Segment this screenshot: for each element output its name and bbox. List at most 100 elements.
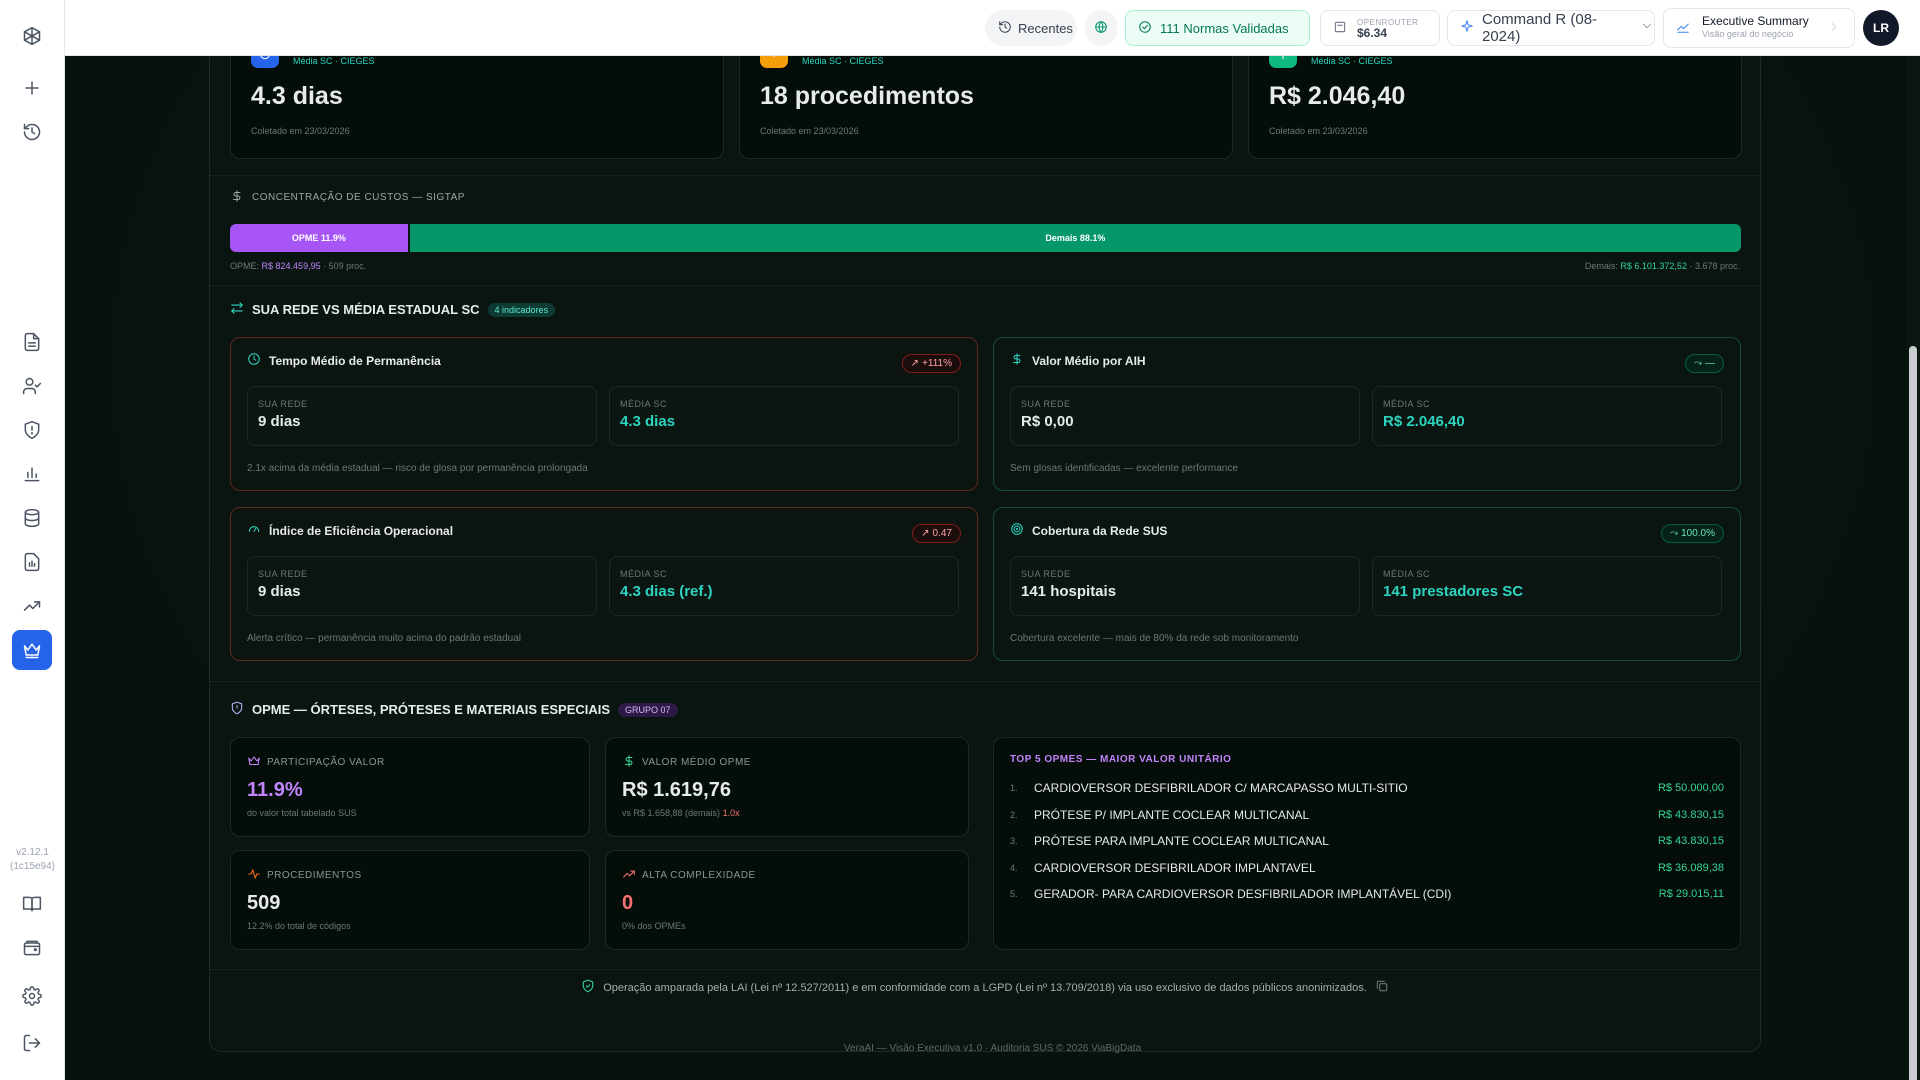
settings-icon[interactable] bbox=[12, 976, 52, 1016]
history-icon bbox=[998, 20, 1012, 37]
app-version: v2.12.1 (1c15e94) bbox=[9, 847, 56, 872]
row-value: R$ 43.830,15 bbox=[1657, 808, 1724, 821]
box-label: SUA REDE bbox=[258, 569, 308, 579]
kpi-value: 4.3 dias bbox=[251, 82, 343, 110]
openrouter-credit[interactable]: OPENROUTER $6.34 bbox=[1320, 10, 1440, 46]
wallet-icon[interactable] bbox=[12, 928, 52, 968]
your-network-box: SUA REDE 9 dias bbox=[247, 556, 597, 616]
top-opme-row: 5. GERADOR- PARA CARDIOVERSOR DESFIBRILAD… bbox=[1010, 881, 1724, 908]
box-value: 4.3 dias (ref.) bbox=[620, 583, 713, 600]
opme-stat-share: PARTICIPAÇÃO VALOR 11.9% do valor total … bbox=[230, 737, 590, 837]
recent-button[interactable]: Recentes bbox=[985, 10, 1077, 46]
check-circle-icon bbox=[1138, 20, 1152, 37]
crown-icon bbox=[247, 754, 261, 771]
database-icon[interactable] bbox=[12, 498, 52, 538]
opme-stat-avg: VALOR MÉDIO OPME R$ 1.619,76 vs R$ 1.658… bbox=[605, 737, 969, 837]
opme-count: · 509 proc. bbox=[323, 261, 367, 271]
box-label: MÉDIA SC bbox=[1383, 569, 1431, 579]
cost-concentration-title: CONCENTRAÇÃO DE CUSTOS — SIGTAP bbox=[252, 192, 465, 203]
copy-icon[interactable] bbox=[1375, 979, 1389, 996]
openrouter-value: $6.34 bbox=[1357, 26, 1388, 40]
state-average-box: MÉDIA SC 4.3 dias (ref.) bbox=[609, 556, 959, 616]
user-check-icon[interactable] bbox=[12, 366, 52, 406]
crown-icon[interactable] bbox=[12, 630, 52, 670]
report-icon[interactable] bbox=[12, 542, 52, 582]
divider bbox=[210, 969, 1760, 970]
kpi-source: Média SC · CIEGES bbox=[802, 56, 884, 66]
stat-label: VALOR MÉDIO OPME bbox=[642, 757, 751, 768]
bar-chart-icon[interactable] bbox=[12, 454, 52, 494]
dollar-icon bbox=[1010, 352, 1024, 369]
delta-badge: ⤳ 100.0% bbox=[1661, 524, 1724, 543]
top-list-rows: 1. CARDIOVERSOR DESFIBRILADOR C/ MARCAPAS… bbox=[1010, 775, 1724, 908]
dollar-icon bbox=[622, 754, 636, 771]
model-selector[interactable]: Command R (08-2024) bbox=[1447, 10, 1655, 46]
opme-header: OPME — ÓRTESES, PRÓTESES E MATERIAIS ESP… bbox=[230, 701, 678, 718]
footer-credits: VeraAI — Visão Executiva v1.0 · Auditori… bbox=[843, 1043, 1142, 1054]
rest-count: · 3.678 proc. bbox=[1689, 261, 1740, 271]
document-icon[interactable] bbox=[12, 322, 52, 362]
line-chart-icon bbox=[1676, 20, 1690, 37]
row-value: R$ 43.830,15 bbox=[1657, 835, 1724, 848]
card-note: Alerta crítico — permanência muito acima… bbox=[247, 633, 522, 644]
row-rank: 1. bbox=[1010, 783, 1018, 794]
view-selector[interactable]: Executive Summary Visão geral do negócio bbox=[1663, 8, 1855, 48]
main-content: Média SC · CIEGES 4.3 dias Coletado em 2… bbox=[65, 56, 1920, 1080]
recent-label: Recentes bbox=[1018, 20, 1073, 36]
kpi-source: Média SC · CIEGES bbox=[293, 56, 375, 66]
card-title: Índice de Eficiência Operacional bbox=[269, 523, 454, 538]
top-opme-row: 2. PRÓTESE P/ IMPLANTE COCLEAR MULTICANAL… bbox=[1010, 802, 1724, 829]
stat-value: 11.9% bbox=[247, 779, 303, 801]
state-average-box: MÉDIA SC R$ 2.046,40 bbox=[1372, 386, 1722, 446]
kpi-value: 18 procedimentos bbox=[760, 82, 974, 110]
avatar[interactable]: LR bbox=[1863, 10, 1899, 46]
globe-button[interactable] bbox=[1085, 10, 1117, 46]
kpi-collected: Coletado em 23/03/2026 bbox=[760, 126, 859, 136]
row-value: R$ 50.000,00 bbox=[1657, 782, 1724, 795]
scrollbar[interactable] bbox=[1906, 56, 1920, 1080]
top-opme-list: TOP 5 OPMES — MAIOR VALOR UNITÁRIO 1. CAR… bbox=[993, 737, 1741, 950]
row-name: GERADOR- PARA CARDIOVERSOR DESFIBRILADOR… bbox=[1034, 887, 1452, 902]
norms-label: 111 Normas Validadas bbox=[1160, 20, 1289, 36]
new-chat-icon[interactable] bbox=[12, 68, 52, 108]
cost-concentration-header: CONCENTRAÇÃO DE CUSTOS — SIGTAP bbox=[230, 189, 465, 206]
rest-prefix: Demais: bbox=[1584, 261, 1618, 271]
badge-text: 100.0% bbox=[1681, 528, 1715, 539]
chevron-down-icon bbox=[1640, 19, 1654, 37]
sidebar: v2.12.1 (1c15e94) bbox=[0, 0, 65, 1080]
comparison-card-stay: Tempo Médio de Permanência ↗ +111% SUA RE… bbox=[230, 337, 978, 491]
your-network-box: SUA REDE 9 dias bbox=[247, 386, 597, 446]
top-opme-row: 4. CARDIOVERSOR DESFIBRILADOR IMPLANTAVEL… bbox=[1010, 855, 1724, 882]
logout-icon[interactable] bbox=[12, 1023, 52, 1063]
row-rank: 3. bbox=[1010, 836, 1018, 847]
logo-icon[interactable] bbox=[12, 16, 52, 56]
box-value: 9 dias bbox=[258, 583, 301, 600]
trending-up-icon: ↗ bbox=[910, 358, 920, 369]
shield-icon[interactable] bbox=[12, 410, 52, 450]
stat-sub: 12.2% do total de códigos bbox=[247, 921, 351, 931]
clock-icon bbox=[247, 352, 261, 369]
opme-stat-procedures: PROCEDIMENTOS 509 12.2% do total de códi… bbox=[230, 850, 590, 950]
card-title: Tempo Médio de Permanência bbox=[269, 353, 441, 368]
delta-badge: ↗ 0.47 bbox=[912, 524, 961, 543]
globe-icon bbox=[1094, 20, 1108, 37]
delta-badge: ⤳ — bbox=[1685, 354, 1724, 373]
badge-text: 0.47 bbox=[932, 528, 952, 539]
scrollbar-thumb[interactable] bbox=[1909, 346, 1917, 1080]
top-opme-row: 3. PRÓTESE PARA IMPLANTE COCLEAR MULTICAN… bbox=[1010, 828, 1724, 855]
trending-up-icon: ↗ bbox=[921, 528, 930, 539]
state-average-box: MÉDIA SC 141 prestadores SC bbox=[1372, 556, 1722, 616]
compliance-notice: Operação amparada pela LAI (Lei nº 12.52… bbox=[210, 979, 1760, 996]
rest-summary: Demais: R$ 6.101.372,52 · 3.678 proc. bbox=[1585, 261, 1740, 271]
kpi-card: Média SC · CIEGES 4.3 dias Coletado em 2… bbox=[230, 56, 724, 159]
row-rank: 4. bbox=[1010, 862, 1018, 873]
box-label: MÉDIA SC bbox=[620, 399, 668, 409]
delta-badge: ↗ +111% bbox=[901, 354, 961, 373]
stat-value: R$ 1.619,76 bbox=[622, 779, 731, 801]
validated-norms-badge[interactable]: 111 Normas Validadas bbox=[1125, 10, 1310, 46]
book-icon[interactable] bbox=[12, 884, 52, 924]
history-icon[interactable] bbox=[12, 112, 52, 152]
stat-sub: do valor total tabelado SUS bbox=[247, 808, 357, 818]
trending-up-icon[interactable] bbox=[12, 586, 52, 626]
view-title: Executive Summary bbox=[1702, 14, 1809, 28]
